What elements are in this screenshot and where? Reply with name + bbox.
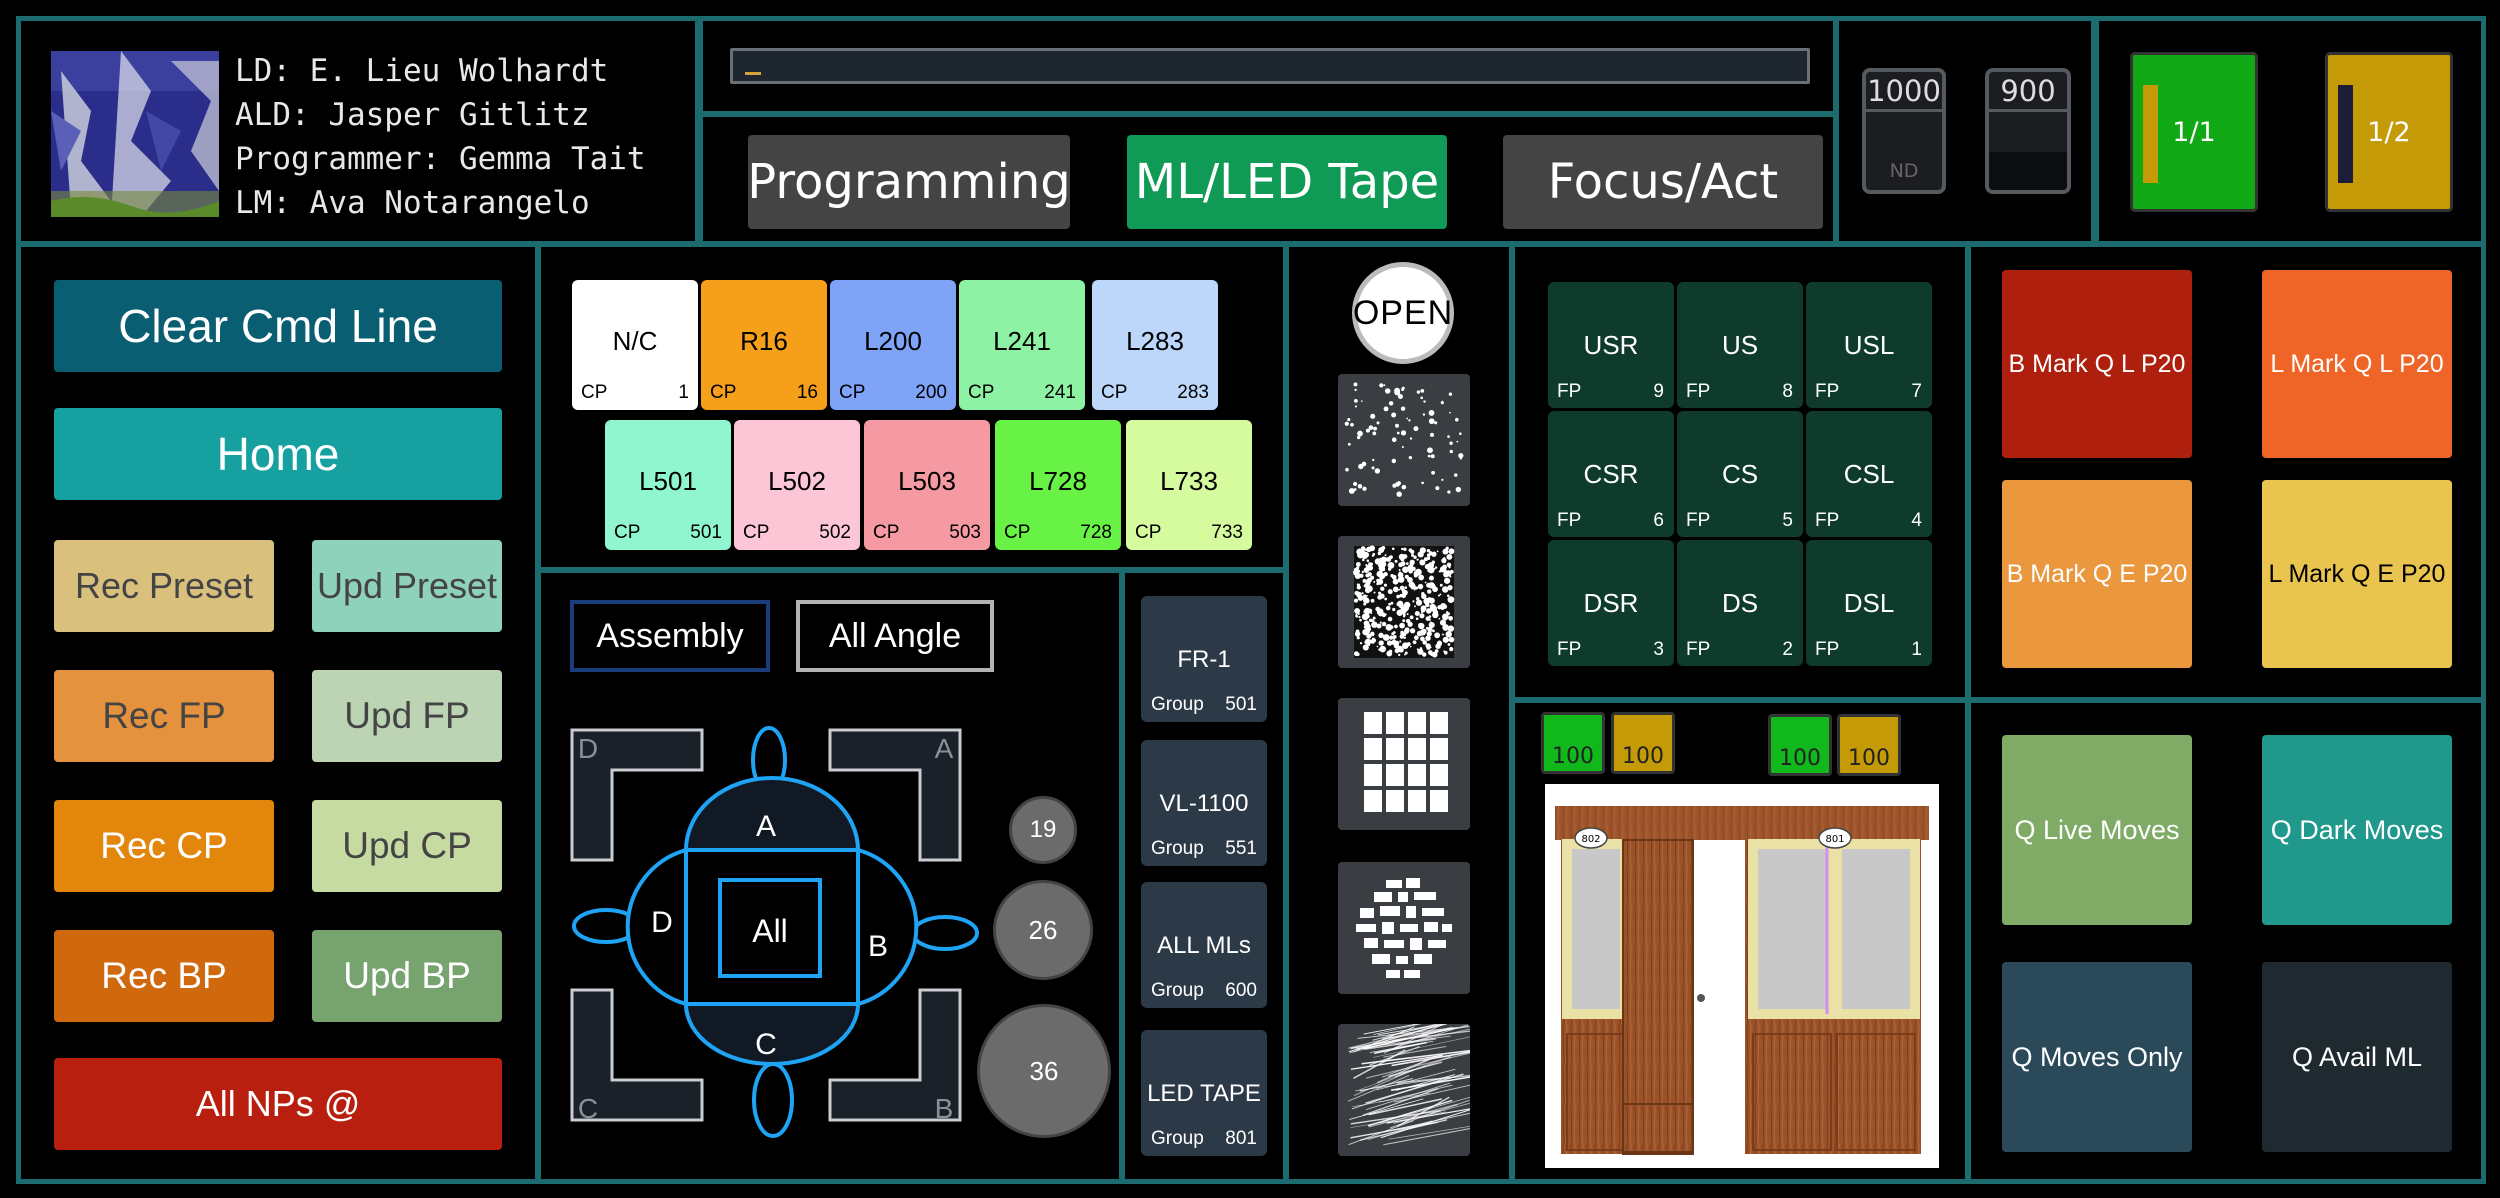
color-preset-l502[interactable]: L502 CP 502	[734, 420, 860, 550]
focus-preset-dsl[interactable]: DSL FP 1	[1806, 540, 1932, 666]
fader-label: 900	[1989, 72, 2067, 112]
color-preset-l733[interactable]: L733 CP 733	[1126, 420, 1252, 550]
level-1[interactable]: 100	[1541, 712, 1605, 774]
mode-focus-act-button[interactable]: Focus/Act	[1503, 135, 1823, 229]
stage-plot: 802 801	[1545, 784, 1939, 1168]
q-dark-moves-button[interactable]: Q Dark Moves	[2262, 735, 2452, 925]
focus-preset-us[interactable]: US FP 8	[1677, 282, 1803, 408]
corner-b-label: B	[935, 1093, 954, 1124]
l-mark-q-l-button[interactable]: L Mark Q L P20	[2262, 270, 2452, 458]
page-1-2-button[interactable]: 1/2	[2325, 52, 2453, 212]
stage-label-801: 801	[1825, 834, 1844, 845]
corner-d-label: D	[578, 733, 598, 764]
home-button[interactable]: Home	[54, 408, 502, 500]
crew-programmer: Programmer: Gemma Tait	[235, 141, 646, 177]
level-3[interactable]: 100	[1768, 714, 1832, 776]
angle-b-label: B	[868, 930, 888, 963]
level-4[interactable]: 100	[1837, 714, 1901, 776]
breakup-gobo-icon[interactable]	[1338, 536, 1470, 668]
color-preset-l503[interactable]: L503 CP 503	[864, 420, 990, 550]
group-led-tape-button[interactable]: LED TAPE Group 801	[1141, 1030, 1267, 1156]
circle-36-button[interactable]: 36	[977, 1004, 1111, 1138]
color-preset-l241[interactable]: L241 CP 241	[959, 280, 1085, 410]
focus-preset-csr[interactable]: CSR FP 6	[1548, 411, 1674, 537]
cursor	[745, 72, 761, 75]
angle-b-button[interactable]	[856, 847, 919, 1007]
color-preset-l283[interactable]: L283 CP 283	[1092, 280, 1218, 410]
color-preset-nc[interactable]: N/C CP 1	[572, 280, 698, 410]
l-mark-q-e-button[interactable]: L Mark Q E P20	[2262, 480, 2452, 668]
fader-label: 1000	[1866, 72, 1942, 112]
assembly-button[interactable]: Assembly	[570, 600, 770, 672]
crew-ld: LD: E. Lieu Wolhardt	[235, 53, 609, 89]
b-mark-q-e-button[interactable]: B Mark Q E P20	[2002, 480, 2192, 668]
q-avail-ml-button[interactable]: Q Avail ML	[2262, 962, 2452, 1152]
color-preset-l728[interactable]: L728 CP 728	[995, 420, 1121, 550]
mode-programming-button[interactable]: Programming	[747, 135, 1071, 229]
q-live-moves-button[interactable]: Q Live Moves	[2002, 735, 2192, 925]
rec-preset-button[interactable]: Rec Preset	[54, 540, 274, 632]
color-preset-l501[interactable]: L501 CP 501	[605, 420, 731, 550]
b-mark-q-l-button[interactable]: B Mark Q L P20	[2002, 270, 2192, 458]
upd-bp-button[interactable]: Upd BP	[312, 930, 502, 1022]
show-logo	[51, 51, 219, 217]
angle-c-label: C	[755, 1028, 777, 1061]
level-2[interactable]: 100	[1611, 712, 1675, 774]
all-nps-button[interactable]: All NPs @	[54, 1058, 502, 1150]
clear-cmd-line-button[interactable]: Clear Cmd Line	[54, 280, 502, 372]
q-moves-only-button[interactable]: Q Moves Only	[2002, 962, 2192, 1152]
page-1-1-button[interactable]: 1/1	[2130, 52, 2258, 212]
upd-fp-button[interactable]: Upd FP	[312, 670, 502, 762]
rec-fp-button[interactable]: Rec FP	[54, 670, 274, 762]
command-line-input[interactable]	[730, 48, 1810, 84]
group-fr1-button[interactable]: FR-1 Group 501	[1141, 596, 1267, 722]
circle-19-button[interactable]: 19	[1009, 796, 1077, 864]
crew-ald: ALD: Jasper Gitlitz	[235, 97, 590, 133]
angle-d-label: D	[651, 906, 673, 939]
group-vl1100-button[interactable]: VL-1100 Group 551	[1141, 740, 1267, 866]
streaks-gobo-icon[interactable]	[1338, 1024, 1470, 1156]
fader-fill	[1989, 152, 2067, 190]
focus-preset-usr[interactable]: USR FP 9	[1548, 282, 1674, 408]
crew-lm: LM: Ava Notarangelo	[235, 185, 590, 221]
upd-cp-button[interactable]: Upd CP	[312, 800, 502, 892]
rects-gobo-icon[interactable]	[1338, 862, 1470, 994]
all-label: All	[752, 913, 788, 949]
focus-preset-csl[interactable]: CSL FP 4	[1806, 411, 1932, 537]
color-preset-r16[interactable]: R16 CP 16	[701, 280, 827, 410]
open-gobo-button[interactable]: OPEN	[1352, 262, 1454, 364]
dots-gobo-icon[interactable]	[1338, 374, 1470, 506]
focus-preset-dsr[interactable]: DSR FP 3	[1548, 540, 1674, 666]
group-all-mls-button[interactable]: ALL MLs Group 600	[1141, 882, 1267, 1008]
grid-gobo-icon[interactable]	[1338, 698, 1470, 830]
fader-1000[interactable]: 1000 ND	[1862, 68, 1946, 194]
focus-preset-usl[interactable]: USL FP 7	[1806, 282, 1932, 408]
circle-26-button[interactable]: 26	[993, 880, 1093, 980]
stage-label-802: 802	[1581, 834, 1600, 845]
fader-900[interactable]: 900	[1985, 68, 2071, 194]
fader-sub: ND	[1889, 160, 1919, 182]
petal-right[interactable]	[911, 915, 979, 951]
page-indicator	[2143, 85, 2158, 183]
mode-ml-led-tape-button[interactable]: ML/LED Tape	[1127, 135, 1447, 229]
page-label: 1/2	[2367, 116, 2411, 148]
petal-bottom[interactable]	[752, 1062, 794, 1138]
rec-bp-button[interactable]: Rec BP	[54, 930, 274, 1022]
page-indicator	[2338, 85, 2353, 183]
angle-selector: All A B C D D A C B	[570, 726, 979, 1138]
upd-preset-button[interactable]: Upd Preset	[312, 540, 502, 632]
corner-c-label: C	[578, 1093, 598, 1124]
rec-cp-button[interactable]: Rec CP	[54, 800, 274, 892]
color-preset-l200[interactable]: L200 CP 200	[830, 280, 956, 410]
focus-preset-ds[interactable]: DS FP 2	[1677, 540, 1803, 666]
angle-a-label: A	[756, 810, 776, 843]
corner-a-label: A	[935, 733, 954, 764]
all-angle-button[interactable]: All Angle	[796, 600, 994, 672]
focus-preset-cs[interactable]: CS FP 5	[1677, 411, 1803, 537]
page-label: 1/1	[2172, 116, 2216, 148]
crew-panel: LD: E. Lieu Wolhardt ALD: Jasper Gitlitz…	[16, 16, 700, 246]
